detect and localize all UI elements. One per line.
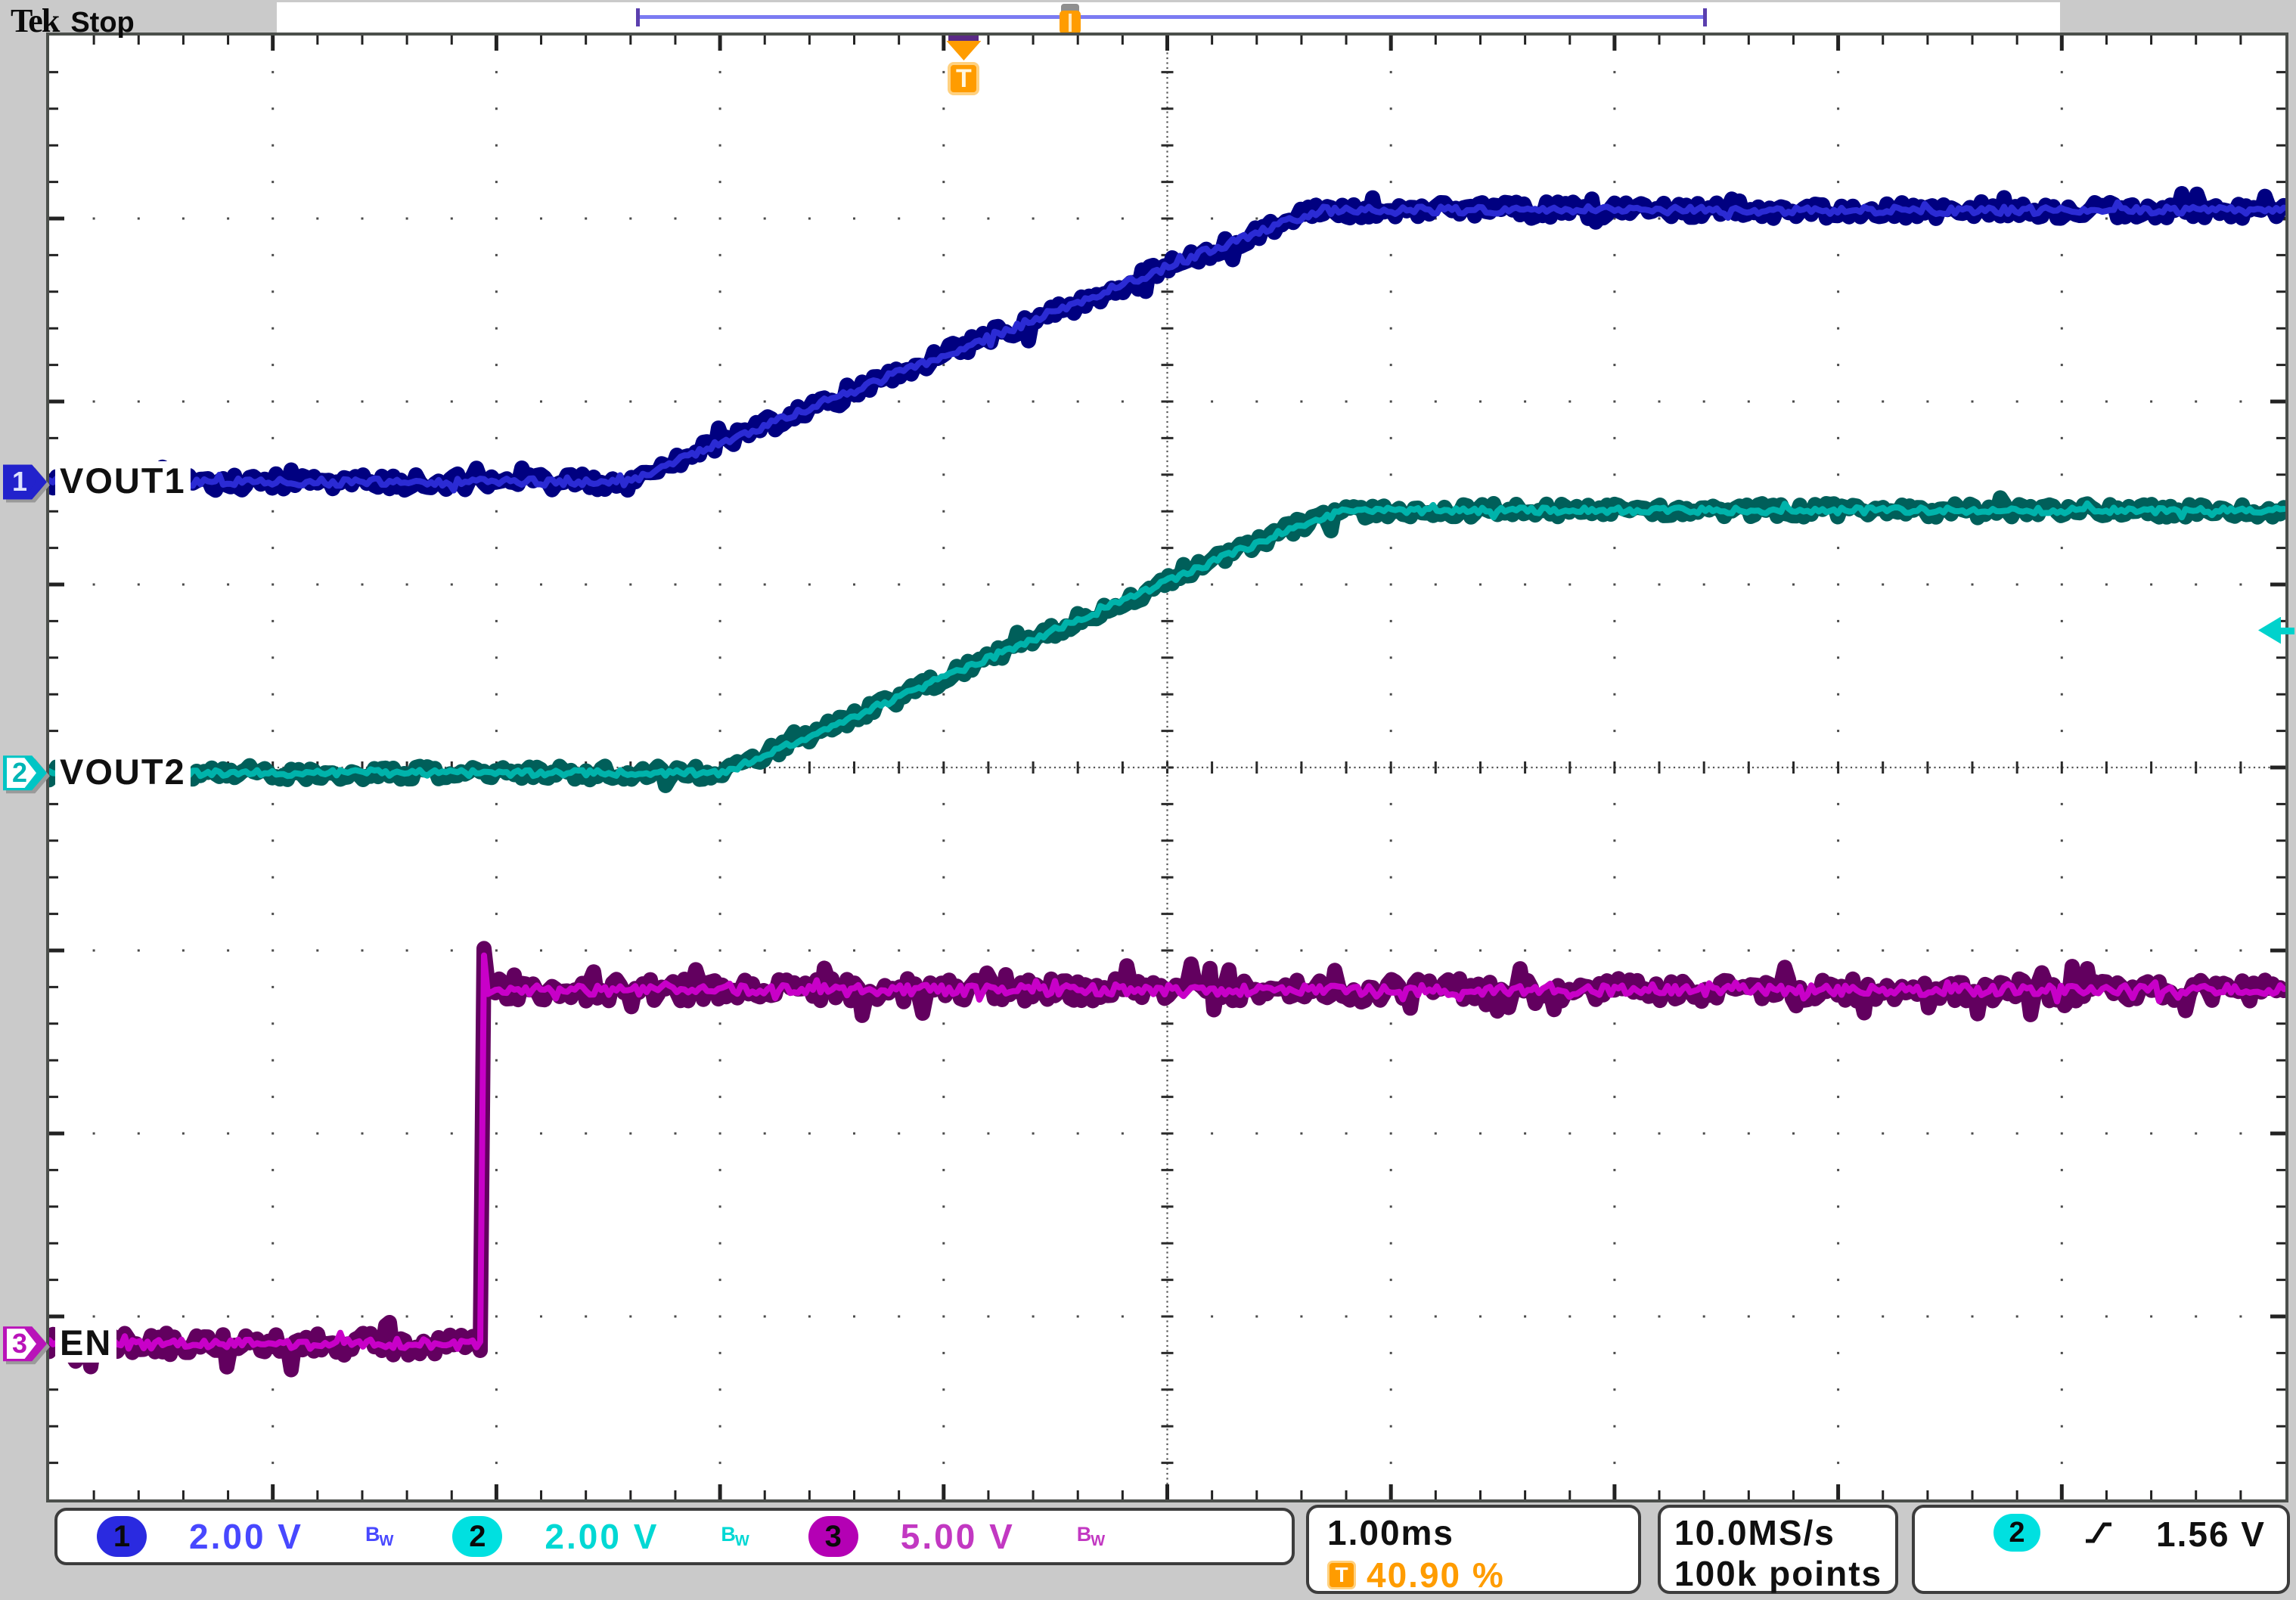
waveform-canvas xyxy=(49,36,2285,1499)
timebase-value: 1.00ms xyxy=(1327,1512,1638,1553)
waveform-display: VOUT1 VOUT2 EN T xyxy=(49,36,2285,1499)
record-length-value: 100k points xyxy=(1674,1553,1895,1594)
sample-rate-value: 10.0MS/s xyxy=(1674,1512,1895,1553)
timebase-readout-box: 1.00ms T 40.90 % xyxy=(1306,1505,1641,1594)
channel-2-position-marker-icon[interactable]: 2 xyxy=(3,754,47,792)
trigger-source-badge: 2 xyxy=(1993,1514,2040,1552)
record-view-right-bracket-icon xyxy=(1703,8,1707,26)
channel-3-trace-label: EN xyxy=(55,1323,116,1363)
channel-2-trace-label: VOUT2 xyxy=(55,752,191,792)
brand-status: Tek Stop xyxy=(11,2,135,40)
channel-3-position-marker-icon[interactable]: 3 xyxy=(3,1325,47,1363)
channel-2-badge: 2 xyxy=(452,1516,502,1557)
record-position-marker-icon[interactable] xyxy=(1060,4,1081,34)
channel-1-trace-label: VOUT1 xyxy=(55,461,191,501)
oscilloscope-screen: Tek Stop VOUT1 VOUT2 EN T 1 2 3 xyxy=(0,0,2296,1600)
bandwidth-limit-icon: BW xyxy=(1077,1524,1105,1549)
trigger-position-percent: 40.90 % xyxy=(1367,1555,1505,1595)
channel-scale-readout-box: 1 2.00 V BW 2 2.00 V BW 3 5.00 V BW xyxy=(54,1508,1295,1565)
acquisition-status-label: Stop xyxy=(70,7,134,39)
acquisition-readout-box: 10.0MS/s 100k points xyxy=(1658,1505,1898,1594)
record-view-left-bracket-icon xyxy=(636,8,640,26)
channel-1-position-marker-icon[interactable]: 1 xyxy=(3,463,47,501)
channel-1-badge: 1 xyxy=(97,1516,147,1557)
channel-3-scale-value: 5.00 V xyxy=(901,1516,1015,1557)
tek-logo: Tek xyxy=(11,2,58,40)
bandwidth-limit-icon: BW xyxy=(365,1524,393,1549)
record-view-bar xyxy=(638,15,1705,19)
channel-3-badge: 3 xyxy=(808,1516,858,1557)
channel-2-scale-value: 2.00 V xyxy=(545,1516,659,1557)
trigger-t-icon: T xyxy=(1327,1561,1356,1589)
channel-1-scale-value: 2.00 V xyxy=(189,1516,303,1557)
trigger-readout-box: 2 1.56 V xyxy=(1912,1505,2290,1594)
top-status-strip: Tek Stop xyxy=(0,0,2296,36)
rising-edge-icon xyxy=(2083,1514,2116,1550)
trigger-level-value: 1.56 V xyxy=(2156,1514,2266,1555)
bandwidth-limit-icon: BW xyxy=(721,1524,749,1549)
